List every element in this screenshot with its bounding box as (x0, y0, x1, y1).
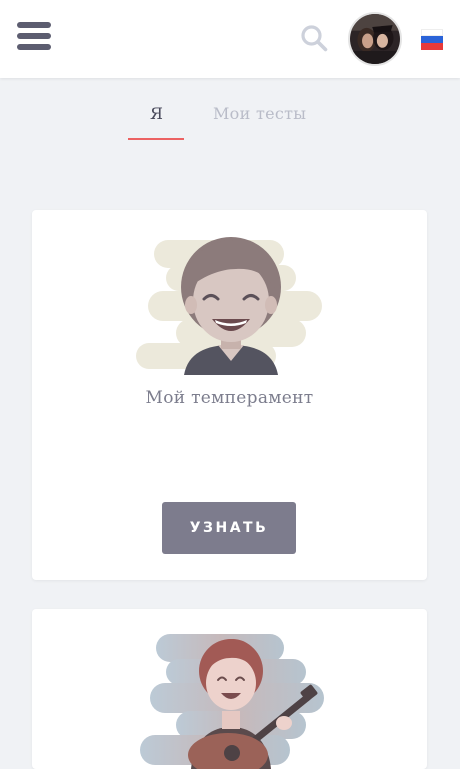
test-card-temperament: Мой темперамент УЗНАТЬ (32, 210, 427, 580)
tab-my-tests[interactable]: Мои тесты (213, 104, 306, 123)
card-title: Мой темперамент (145, 388, 314, 408)
avatar-photo (350, 14, 400, 64)
learn-button[interactable]: УЗНАТЬ (162, 502, 296, 554)
hamburger-menu-icon[interactable] (17, 22, 51, 54)
guitar-player-illustration (140, 634, 324, 769)
top-header (0, 0, 460, 78)
smiling-person-illustration (136, 237, 322, 375)
russian-flag-icon[interactable] (421, 29, 443, 50)
user-avatar[interactable] (348, 12, 402, 66)
active-tab-indicator (128, 138, 184, 140)
test-card-second (32, 609, 427, 769)
tab-bar: Я Мои тесты (0, 100, 460, 142)
tab-me[interactable]: Я (150, 104, 163, 123)
search-icon[interactable] (300, 24, 328, 52)
